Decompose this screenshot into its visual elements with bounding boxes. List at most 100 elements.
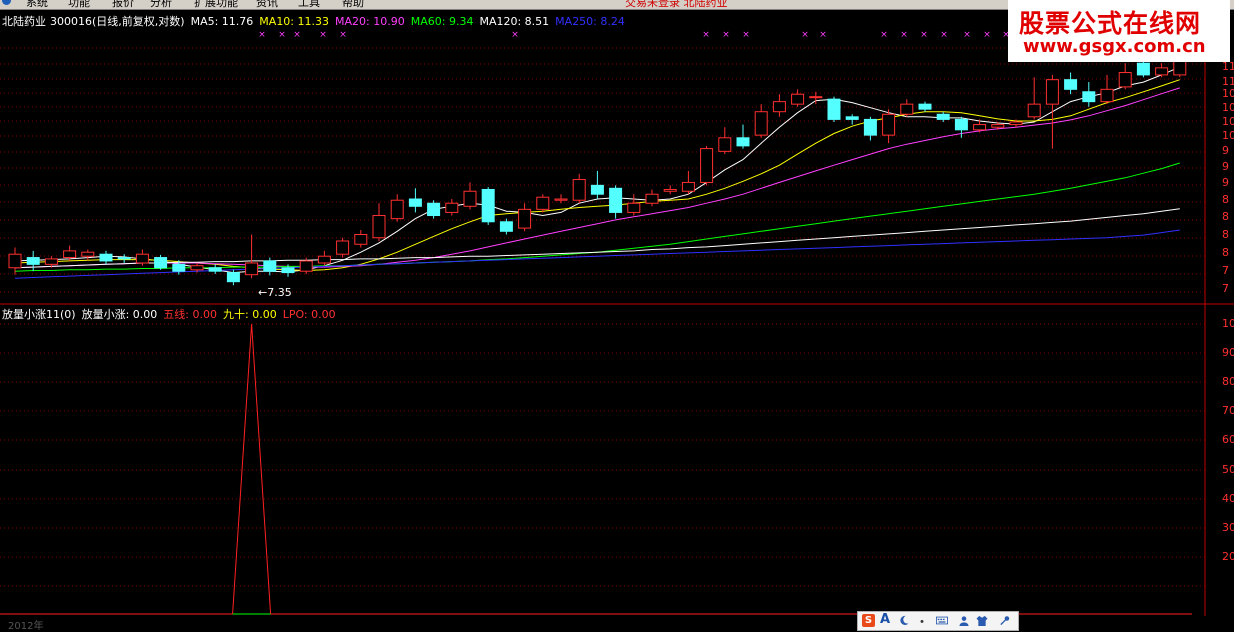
indicator-tick: 60: [1222, 433, 1234, 446]
candle: [26, 250, 40, 272]
candle: [572, 173, 586, 204]
price-tick: 8: [1222, 228, 1229, 241]
ma250-value: MA250: 8.24: [555, 15, 625, 28]
candle-body: [390, 199, 404, 220]
x-marker: ×: [801, 30, 809, 40]
moon-icon[interactable]: [898, 615, 910, 626]
candle-body: [372, 215, 386, 239]
candle: [772, 94, 786, 117]
comma-icon[interactable]: [916, 615, 928, 626]
candle: [609, 185, 623, 219]
indicator-tick: 50: [1222, 463, 1234, 476]
candle-body: [81, 251, 95, 257]
candle: [518, 203, 532, 232]
candle: [627, 194, 641, 216]
candle-body: [208, 267, 222, 272]
x-marker: ×: [900, 30, 908, 40]
candle-body: [190, 265, 204, 271]
upper-grid: [0, 47, 1205, 293]
candle: [226, 269, 240, 286]
ime-mode-indicator[interactable]: A: [880, 612, 890, 627]
sogou-logo-icon[interactable]: S: [862, 614, 875, 627]
candle-body: [117, 257, 131, 260]
wrench-icon[interactable]: [998, 615, 1010, 626]
ma60-value: MA60: 9.34: [410, 15, 474, 28]
candle: [863, 116, 877, 141]
x-marker: ×: [702, 30, 710, 40]
price-tick: 8: [1222, 210, 1229, 223]
indicator-tick: 90: [1222, 346, 1234, 359]
wuxian-value: 五线: 0.00: [163, 308, 217, 321]
watermark-banner: 股票公式在线网 www.gsgx.com.cn: [1008, 0, 1230, 62]
candle: [317, 250, 331, 266]
candle-body: [572, 179, 586, 201]
candle-body: [445, 202, 459, 213]
indicator-tick: 10: [1222, 317, 1234, 330]
watermark-title: 股票公式在线网: [1019, 9, 1202, 38]
candle: [1100, 74, 1114, 105]
candle: [936, 111, 950, 122]
fangliang-value: 放量小涨: 0.00: [81, 308, 158, 321]
candle: [427, 200, 441, 219]
price-tick: 10: [1222, 129, 1234, 142]
x-marker: ×: [880, 30, 888, 40]
indicator-tick: 40: [1222, 492, 1234, 505]
candle-body: [1045, 79, 1059, 105]
candle-body: [827, 98, 841, 120]
candle: [882, 109, 896, 144]
candle-body: [791, 93, 805, 105]
candle-body: [172, 263, 186, 272]
candle-body: [809, 96, 823, 99]
ime-toolbar[interactable]: S A: [857, 611, 1019, 631]
candle-body: [518, 208, 532, 229]
candle: [481, 187, 495, 225]
candle: [336, 237, 350, 258]
shirt-icon[interactable]: [976, 615, 988, 626]
candle-body: [135, 253, 149, 264]
candle-body: [8, 253, 22, 269]
x-marker: ×: [819, 30, 827, 40]
candle: [154, 254, 168, 270]
candle-body: [900, 103, 914, 115]
keyboard-icon[interactable]: [936, 615, 948, 626]
candle: [590, 170, 604, 200]
candle-body: [226, 272, 240, 283]
price-tick: 9: [1222, 160, 1229, 173]
x-marker: ×: [920, 30, 928, 40]
candle: [1064, 72, 1078, 95]
date-axis: 2012年: [0, 616, 860, 632]
candle-body: [463, 190, 477, 207]
candle: [1155, 63, 1169, 78]
candle: [1027, 77, 1041, 120]
ma250-line: [14, 229, 1180, 279]
indicator-spike-line: [232, 323, 272, 615]
candle-body: [281, 267, 295, 274]
candle: [809, 91, 823, 105]
candle-body: [663, 188, 677, 192]
price-tick: 7: [1222, 264, 1229, 277]
candle-body: [154, 257, 168, 269]
x-marker: ×: [742, 30, 750, 40]
x-marker: ×: [983, 30, 991, 40]
candle: [845, 114, 859, 125]
x-markers: × × × × × × × × × × × × × × × × × ×: [258, 30, 1010, 40]
candle: [499, 218, 513, 235]
candle-body: [263, 260, 277, 272]
indicator-tick: 70: [1222, 404, 1234, 417]
user-icon[interactable]: [958, 615, 970, 626]
x-marker: ×: [511, 30, 519, 40]
candle-body: [863, 118, 877, 136]
lpo-value: LPO: 0.00: [282, 308, 336, 321]
x-marker: ×: [293, 30, 301, 40]
candle-body: [1009, 121, 1023, 126]
candle-body: [918, 103, 932, 110]
candle: [354, 230, 368, 248]
price-tick: 10: [1222, 87, 1234, 100]
candle: [1082, 82, 1096, 107]
candle: [900, 99, 914, 117]
candle: [736, 124, 750, 149]
indicator-tick: 30: [1222, 521, 1234, 534]
candle: [390, 194, 404, 222]
candle-body: [99, 253, 113, 262]
candle-body: [354, 234, 368, 245]
